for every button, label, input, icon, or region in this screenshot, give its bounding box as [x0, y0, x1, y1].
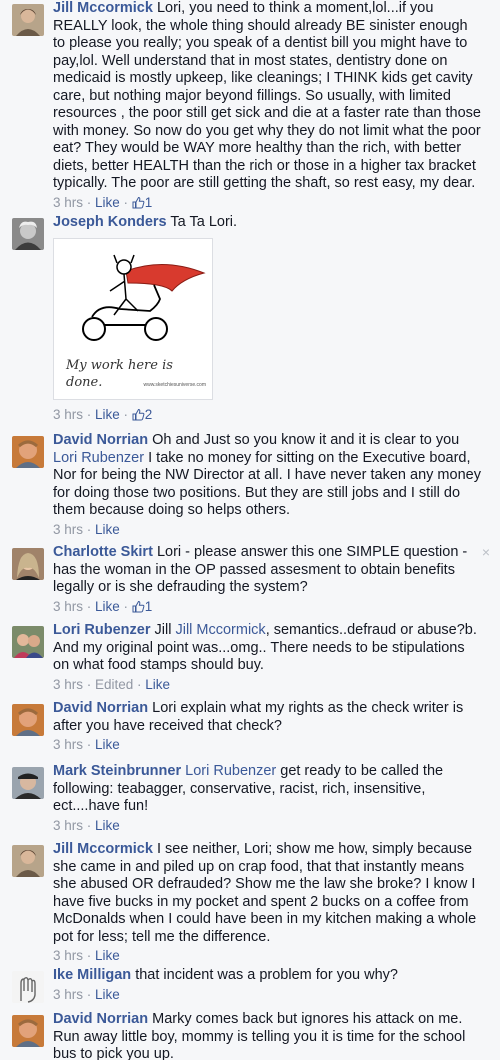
avatar[interactable] [12, 436, 44, 468]
avatar[interactable] [12, 845, 44, 877]
comment-meta: 3 hrs · Like · 1 [53, 194, 153, 210]
comment-meta: 3 hrs · Like [53, 737, 120, 752]
thumbs-up-outline-icon [132, 196, 145, 208]
timestamp[interactable]: 3 hrs [53, 818, 83, 833]
comment-meta: 3 hrs · Like · 1 [53, 598, 153, 614]
comment: Joseph Konders Ta Ta Lori. My work here … [0, 214, 500, 424]
avatar[interactable] [12, 626, 44, 658]
timestamp[interactable]: 3 hrs [53, 522, 83, 537]
like-button[interactable]: Like [95, 948, 120, 963]
thumbs-up-outline-icon [132, 408, 145, 420]
comment-meta: 3 hrs · Edited · Like [53, 676, 171, 692]
avatar[interactable] [12, 548, 44, 580]
timestamp[interactable]: 3 hrs [53, 407, 83, 422]
comment-text: Lori, you need to think a moment,lol...i… [53, 0, 481, 191]
like-button[interactable]: Like [95, 522, 120, 537]
comment-author[interactable]: Ike Milligan [53, 967, 131, 983]
like-button[interactable]: Like [95, 737, 120, 752]
comment: Jill Mccormick I see neither, Lori; show… [0, 841, 500, 965]
avatar[interactable] [12, 767, 44, 799]
comment-text-before: Oh and Just so you know it and it is cle… [152, 432, 460, 448]
like-button[interactable]: Like [95, 987, 120, 1002]
thumbs-up-outline-icon [132, 600, 145, 612]
close-icon[interactable]: × [482, 544, 490, 560]
comment-author[interactable]: David Norrian [53, 1011, 148, 1027]
edited-label[interactable]: Edited [95, 677, 133, 692]
comment-author[interactable]: Mark Steinbrunner [53, 763, 181, 779]
comment-author[interactable]: Jill Mccormick [53, 841, 153, 857]
timestamp[interactable]: 3 hrs [53, 948, 83, 963]
comment: Lori Rubenzer Jill Jill Mccormick, seman… [0, 622, 500, 694]
comment-text: Ta Ta Lori. [170, 214, 238, 230]
comment-meta: 3 hrs · Like [53, 948, 120, 963]
comment: Charlotte Skirt Lori - please answer thi… [0, 544, 500, 616]
comment: David Norrian Marky comes back but ignor… [0, 1011, 500, 1060]
avatar[interactable] [12, 1015, 44, 1047]
mention-link[interactable]: Lori Rubenzer [53, 450, 144, 466]
like-button[interactable]: Like [95, 599, 120, 614]
scooter-hero-drawing [82, 254, 206, 341]
comment-thread: Jill Mccormick Lori, you need to think a… [0, 0, 500, 1060]
timestamp[interactable]: 3 hrs [53, 195, 83, 210]
comment-author[interactable]: Joseph Konders [53, 214, 167, 230]
comment-meta: 3 hrs · Like [53, 817, 120, 833]
avatar[interactable] [12, 218, 44, 250]
like-count[interactable]: 1 [132, 599, 152, 614]
like-count[interactable]: 1 [132, 195, 152, 210]
comment: Jill Mccormick Lori, you need to think a… [0, 0, 500, 212]
comment-meta: 3 hrs · Like · 2 [53, 406, 153, 422]
mention-link[interactable]: Jill Mccormick [175, 622, 265, 638]
comment-author[interactable]: Lori Rubenzer [53, 622, 150, 638]
comment: Ike Milligan that incident was a problem… [0, 967, 500, 1004]
comment-meta: 3 hrs · Like [53, 986, 120, 1002]
comment-meta: 3 hrs · Like [53, 521, 120, 537]
avatar[interactable] [12, 4, 44, 36]
like-button[interactable]: Like [145, 677, 170, 692]
timestamp[interactable]: 3 hrs [53, 599, 83, 614]
like-button[interactable]: Like [95, 407, 120, 422]
comment: David Norrian Lori explain what my right… [0, 700, 500, 754]
comment-author[interactable]: Charlotte Skirt [53, 544, 153, 560]
comment-text: that incident was a problem for you why? [135, 967, 398, 983]
timestamp[interactable]: 3 hrs [53, 987, 83, 1002]
like-button[interactable]: Like [95, 818, 120, 833]
attached-image[interactable]: My work here is done. www.sketchiesunive… [53, 237, 213, 400]
comment-author[interactable]: David Norrian [53, 432, 148, 448]
comment: Mark Steinbrunner Lori Rubenzer get read… [0, 763, 500, 835]
attachment-credit: www.sketchiesuniverse.com [143, 382, 206, 388]
avatar[interactable] [12, 704, 44, 736]
like-button[interactable]: Like [95, 195, 120, 210]
mention-link[interactable]: Lori Rubenzer [185, 763, 276, 779]
like-count[interactable]: 2 [132, 407, 152, 422]
comment-author[interactable]: David Norrian [53, 700, 148, 716]
avatar[interactable] [12, 971, 44, 1003]
comment-text-before: Jill [154, 622, 172, 638]
comment: David Norrian Oh and Just so you know it… [0, 432, 500, 539]
timestamp[interactable]: 3 hrs [53, 677, 83, 692]
timestamp[interactable]: 3 hrs [53, 737, 83, 752]
comment-author[interactable]: Jill Mccormick [53, 0, 153, 16]
